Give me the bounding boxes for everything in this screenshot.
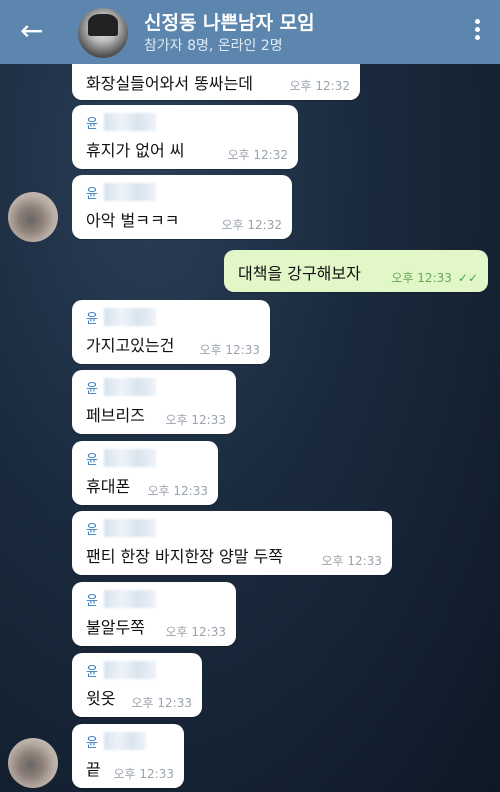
sender-name[interactable]: 윤	[86, 378, 224, 397]
blurred-name	[103, 590, 156, 608]
blurred-name	[103, 378, 156, 396]
back-arrow-icon[interactable]: ←	[20, 16, 50, 46]
message-time: 오후 12:33	[113, 767, 174, 781]
message-time: 오후 12:33	[147, 484, 208, 498]
sender-name[interactable]: 윤	[86, 519, 380, 538]
sender-name[interactable]: 윤	[86, 308, 258, 327]
sender-avatar[interactable]	[8, 738, 58, 788]
blurred-name	[103, 661, 156, 679]
group-avatar[interactable]	[78, 8, 128, 58]
blurred-name	[103, 732, 146, 750]
blurred-name	[103, 113, 156, 131]
more-menu-icon[interactable]	[472, 16, 482, 46]
message-time: 오후 12:33	[321, 554, 382, 568]
message-bubble[interactable]: 윤 휴지가 없어 씨 오후 12:32	[72, 105, 298, 169]
message-time: 오후 12:33	[165, 625, 226, 639]
chat-subtitle: 참가자 8명, 온라인 2명	[144, 38, 283, 54]
message-time: 오후 12:32	[227, 148, 288, 162]
chat-header: ← 신정동 나쁜남자 모임 참가자 8명, 온라인 2명	[0, 0, 500, 64]
message-time: 오후 12:32	[289, 79, 350, 93]
own-message-bubble[interactable]: 대책을 강구해보자 오후 12:33 ✓✓	[224, 250, 488, 292]
message-time: 오후 12:33 ✓✓	[391, 271, 478, 285]
message-time: 오후 12:33	[199, 343, 260, 357]
message-bubble[interactable]: 윤 끝 오후 12:33	[72, 724, 184, 788]
sender-name[interactable]: 윤	[86, 590, 224, 609]
message-bubble[interactable]: 윤 휴대폰 오후 12:33	[72, 441, 218, 505]
blurred-name	[103, 183, 156, 201]
chat-title[interactable]: 신정동 나쁜남자 모임	[144, 8, 315, 35]
message-time: 오후 12:32	[221, 218, 282, 232]
sender-name[interactable]: 윤	[86, 732, 172, 751]
blurred-name	[103, 519, 156, 537]
blurred-name	[103, 308, 156, 326]
message-bubble[interactable]: 윤 팬티 한장 바지한장 양말 두쪽 오후 12:33	[72, 511, 392, 575]
sender-name[interactable]: 윤	[86, 113, 286, 132]
sender-name[interactable]: 윤	[86, 183, 280, 202]
blurred-name	[103, 449, 156, 467]
message-time: 오후 12:33	[131, 696, 192, 710]
message-bubble[interactable]: 윤 불알두쪽 오후 12:33	[72, 582, 236, 646]
message-bubble[interactable]: 윤 윗옷 오후 12:33	[72, 653, 202, 717]
message-bubble[interactable]: 윤 페브리즈 오후 12:33	[72, 370, 236, 434]
message-time: 오후 12:33	[165, 413, 226, 427]
message-bubble[interactable]: 윤 아악 벌ㅋㅋㅋ 오후 12:32	[72, 175, 292, 239]
message-bubble[interactable]: 윤 가지고있는건 오후 12:33	[72, 300, 270, 364]
read-check-icon: ✓✓	[457, 271, 478, 285]
sender-name[interactable]: 윤	[86, 661, 190, 680]
sender-avatar[interactable]	[8, 192, 58, 242]
message-bubble[interactable]: 화장실들어와서 똥싸는데 오후 12:32	[72, 64, 360, 100]
sender-name[interactable]: 윤	[86, 449, 206, 468]
